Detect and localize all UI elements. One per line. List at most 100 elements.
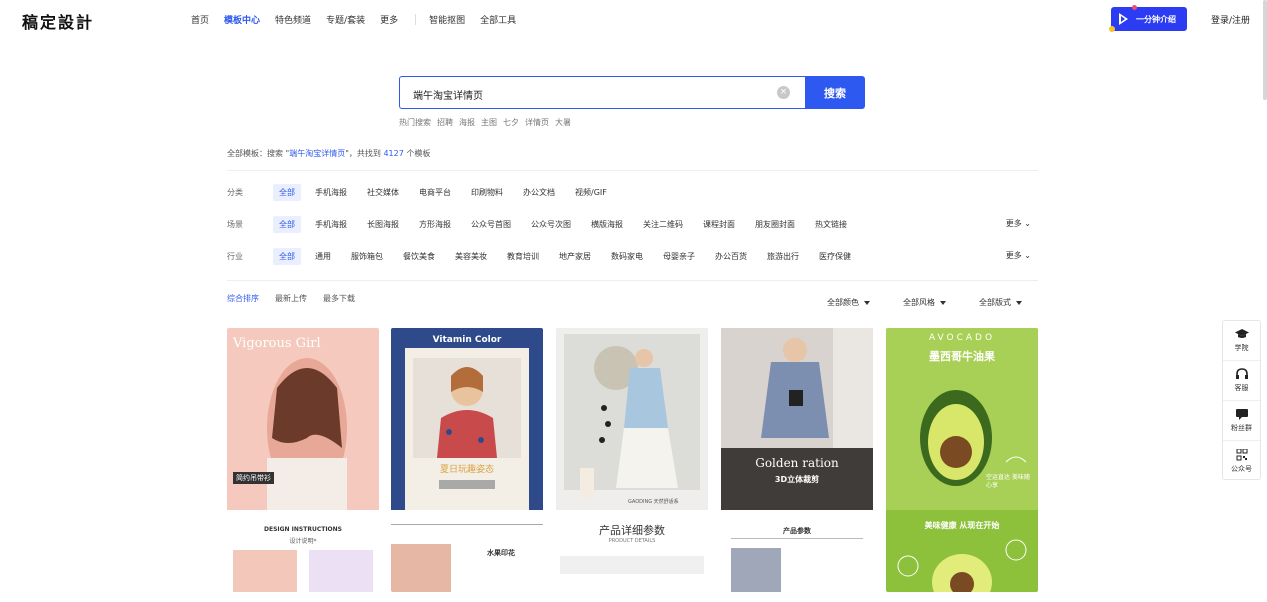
more-label: 更多: [1005, 219, 1022, 228]
floating-side-panel: 学院 客服 粉丝群 公众号: [1222, 320, 1261, 480]
caret-down-icon: [864, 300, 870, 305]
nav-item-smart-cutout[interactable]: 智能抠图: [429, 13, 465, 26]
filter-label: 场景: [227, 219, 243, 229]
decor-dot: [1132, 5, 1137, 10]
filter-option[interactable]: 印刷物料: [471, 187, 503, 198]
card-detail-image: [897, 539, 1027, 592]
template-card[interactable]: Golden ration 3D立体裁剪 产品参数: [721, 328, 873, 592]
card-title: Vitamin Color: [432, 335, 502, 345]
filter-option[interactable]: 办公文档: [523, 187, 555, 198]
filter-option[interactable]: 医疗保健: [819, 251, 851, 262]
app-logo[interactable]: 稿定設計: [22, 9, 94, 33]
hot-search-label: 热门搜索: [399, 118, 431, 127]
filter-label: 行业: [227, 251, 243, 261]
chevron-down-icon: ⌄: [1024, 251, 1031, 260]
filter-option[interactable]: 服饰箱包: [351, 251, 383, 262]
style-dropdown[interactable]: 全部风格: [903, 297, 946, 308]
top-nav-bar: 稿定設計 首页 模板中心 特色频道 专题/套装 更多 智能抠图 全部工具 一分钟…: [0, 0, 1267, 40]
intro-video-button[interactable]: 一分钟介绍: [1109, 5, 1187, 32]
sort-tab-most-downloaded[interactable]: 最多下载: [323, 293, 355, 304]
search-button[interactable]: 搜索: [805, 76, 865, 109]
filter-option[interactable]: 社交媒体: [367, 187, 399, 198]
breadcrumb-all-templates[interactable]: 全部模板: [227, 149, 259, 158]
card-title: Golden ration: [755, 456, 839, 470]
page-scrollbar[interactable]: [1263, 0, 1267, 100]
filter-option[interactable]: 美容美妆: [455, 251, 487, 262]
filter-option[interactable]: 关注二维码: [643, 219, 683, 230]
card-detail-heading: 产品参数: [783, 527, 811, 535]
filter-more-button[interactable]: 更多 ⌄: [1006, 250, 1031, 261]
nav-item-all-tools[interactable]: 全部工具: [480, 13, 516, 26]
more-label: 更多: [1005, 251, 1022, 260]
filter-option-all[interactable]: 全部: [273, 183, 301, 201]
search-input[interactable]: 端午淘宝详情页 ×: [399, 76, 805, 109]
decor-dot: [1109, 26, 1115, 32]
sort-tab-default[interactable]: 综合排序: [227, 293, 259, 304]
hot-search-term[interactable]: 详情页: [525, 117, 549, 128]
nav-item-topics[interactable]: 专题/套装: [326, 13, 365, 26]
card-detail-heading: DESIGN INSTRUCTIONS: [264, 526, 342, 533]
hot-search-term[interactable]: 主图: [481, 117, 497, 128]
nav-item-home[interactable]: 首页: [191, 13, 209, 26]
template-thumbnail: Golden ration 3D立体裁剪: [721, 328, 873, 510]
float-item-label: 公众号: [1231, 464, 1252, 473]
hot-search-term[interactable]: 大暑: [555, 117, 571, 128]
template-card[interactable]: GAODING 天然舒适系 产品详细参数 PRODUCT DETAILS: [556, 328, 708, 592]
template-card[interactable]: Vitamin Color 夏日玩趣姿态 水果印花: [391, 328, 543, 592]
float-item-fan-group[interactable]: 粉丝群: [1223, 401, 1260, 441]
filter-option[interactable]: 手机海报: [315, 187, 347, 198]
filter-option[interactable]: 通用: [315, 251, 331, 262]
login-register-link[interactable]: 登录/注册: [1211, 13, 1250, 26]
result-text: 个模板: [406, 149, 431, 158]
filter-option[interactable]: 办公百货: [715, 251, 747, 262]
template-thumbnail-detail: 产品参数: [721, 510, 873, 592]
nav-item-template-center[interactable]: 模板中心: [224, 13, 260, 26]
card-detail-rule: [391, 524, 543, 525]
float-item-academy[interactable]: 学院: [1223, 321, 1260, 361]
filter-option[interactable]: 公众号次图: [531, 219, 571, 230]
search-result-summary: 全部模板：搜索 "端午淘宝详情页"，共找到 4127 个模板: [227, 148, 430, 159]
filter-option[interactable]: 旅游出行: [767, 251, 799, 262]
filter-option[interactable]: 手机海报: [315, 219, 347, 230]
filter-option[interactable]: 教育培训: [507, 251, 539, 262]
filter-more-button[interactable]: 更多 ⌄: [1006, 218, 1031, 229]
filter-option[interactable]: 视频/GIF: [575, 187, 607, 198]
card-detail-rule: [731, 538, 863, 539]
card-subtitle: 简约吊带衫: [233, 472, 274, 484]
filter-option[interactable]: 电商平台: [419, 187, 451, 198]
layout-dropdown[interactable]: 全部版式: [979, 297, 1022, 308]
filter-option[interactable]: 餐饮美食: [403, 251, 435, 262]
template-thumbnail-image: [405, 348, 529, 510]
filter-option-all[interactable]: 全部: [273, 247, 301, 265]
card-subtitle: 墨西哥牛油果: [929, 350, 995, 363]
filter-option[interactable]: 数码家电: [611, 251, 643, 262]
template-card[interactable]: Vigorous Girl 简约吊带衫 DESIGN INSTRUCTIONS …: [227, 328, 379, 592]
template-card[interactable]: AVOCADO 墨西哥牛油果 空运直达 美味随心享 美味健康 从现在开始: [886, 328, 1038, 592]
float-item-support[interactable]: 客服: [1223, 361, 1260, 401]
card-detail-heading: 水果印花: [487, 549, 515, 557]
filter-option[interactable]: 长图海报: [367, 219, 399, 230]
hot-search-term[interactable]: 海报: [459, 117, 475, 128]
color-dropdown[interactable]: 全部颜色: [827, 297, 870, 308]
divider: [227, 280, 1038, 281]
template-thumbnail: Vitamin Color 夏日玩趣姿态: [391, 328, 543, 510]
sort-tab-newest[interactable]: 最新上传: [275, 293, 307, 304]
filter-option[interactable]: 热文链接: [815, 219, 847, 230]
filter-option[interactable]: 公众号首图: [471, 219, 511, 230]
hot-search-term[interactable]: 七夕: [503, 117, 519, 128]
clear-icon[interactable]: ×: [777, 86, 790, 99]
filter-option[interactable]: 方形海报: [419, 219, 451, 230]
search-input-value[interactable]: 端午淘宝详情页: [413, 87, 483, 102]
filter-option[interactable]: 母婴亲子: [663, 251, 695, 262]
hot-search-term[interactable]: 招聘: [437, 117, 453, 128]
filter-option[interactable]: 课程封面: [703, 219, 735, 230]
card-detail-image: [391, 544, 451, 592]
filter-option[interactable]: 横版海报: [591, 219, 623, 230]
nav-item-more[interactable]: 更多: [380, 13, 398, 26]
nav-item-featured-channel[interactable]: 特色频道: [275, 13, 311, 26]
dropdown-label: 全部颜色: [827, 298, 859, 307]
filter-option-all[interactable]: 全部: [273, 215, 301, 233]
filter-option[interactable]: 朋友圈封面: [755, 219, 795, 230]
filter-option[interactable]: 地产家居: [559, 251, 591, 262]
float-item-official-account[interactable]: 公众号: [1223, 441, 1260, 481]
